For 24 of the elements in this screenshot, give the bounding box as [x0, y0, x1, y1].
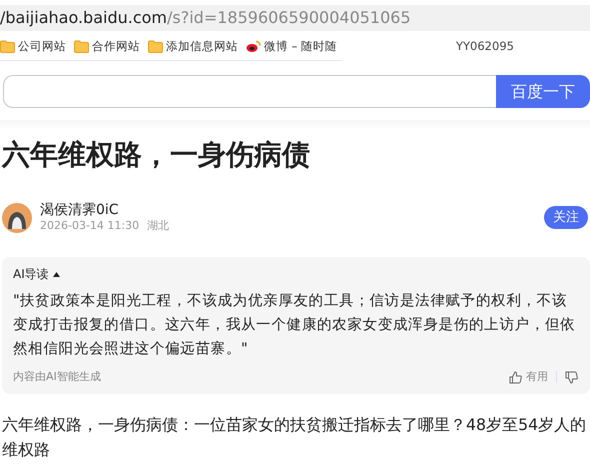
bookmark-link[interactable]: 微博 – 随时随	[264, 38, 338, 56]
thumbs-down-icon[interactable]	[565, 370, 578, 384]
ai-disclaimer: 内容由AI智能生成	[13, 369, 102, 385]
weibo-icon	[246, 40, 261, 53]
bookmark-link[interactable]: 公司网站	[18, 38, 66, 56]
search-field[interactable]	[3, 75, 496, 108]
caret-icon[interactable]	[52, 272, 60, 276]
author-name[interactable]: 渴侯清霁0iC	[40, 202, 544, 219]
article-title: 六年维权路，一身伤病债	[2, 137, 311, 173]
avatar	[2, 202, 32, 232]
post-date: 2026-03-14 11:30	[40, 219, 140, 233]
post-location: 湖北	[147, 219, 170, 233]
thumbs-up-icon[interactable]	[509, 370, 522, 384]
bookmark-link[interactable]: 合作网站	[92, 38, 140, 56]
follow-button[interactable]: 关注	[544, 206, 588, 230]
bookmark-link[interactable]: YY062095	[456, 38, 514, 56]
summary-heading: AI导读	[13, 266, 49, 283]
summary-quote: "扶贫政策本是阳光工程，不该成为优亲厚友的工具；信访是法律赋予的权利，不该变成打击报复的借口。这六年，我从一个健康的农家女变成浑身是伤的上访户，但依然相信阳光会照进这个偏远苗寨。"	[13, 291, 576, 359]
folder-icon	[74, 40, 89, 53]
search-button[interactable]: 百度一下	[496, 75, 590, 108]
folder-icon	[148, 40, 163, 53]
bookmark-link[interactable]: 添加信息网站	[166, 38, 238, 56]
article-paragraph: 六年维权路，一身伤病债：一位苗家女的扶贫搬迁指标去了哪里？48岁至54岁人的维权路	[2, 414, 588, 460]
folder-icon	[0, 40, 15, 53]
